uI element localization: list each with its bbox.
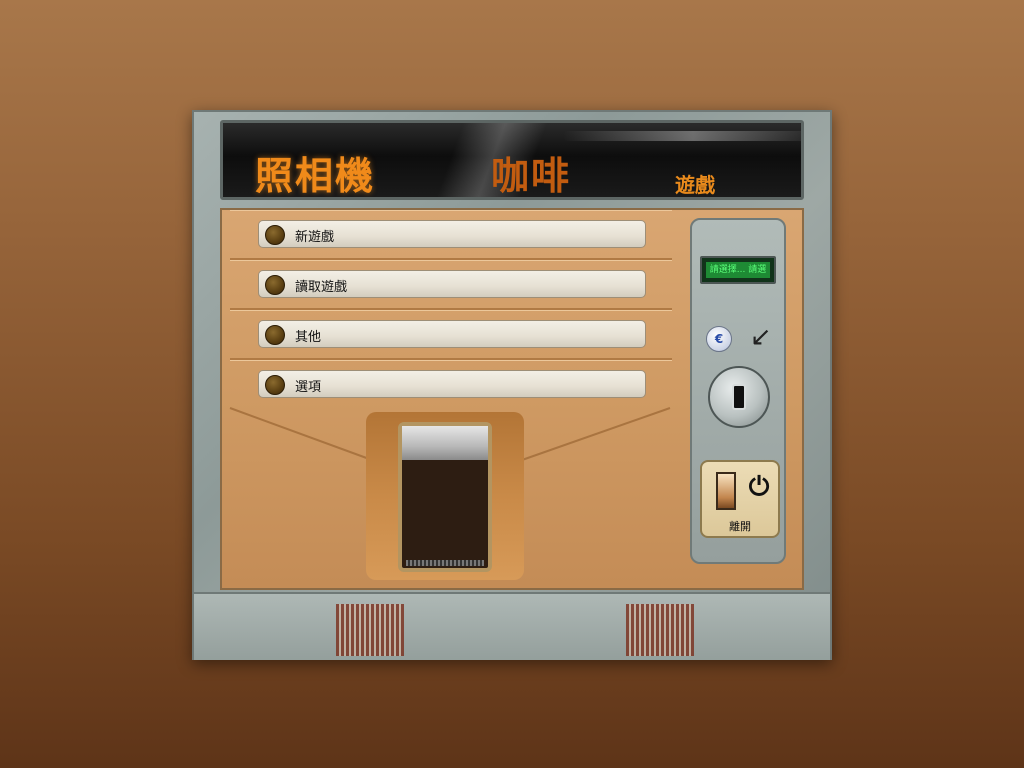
new-game-button[interactable]: 新遊戲 <box>258 220 646 248</box>
menu-row: 讀取遊戲 <box>230 260 672 311</box>
extras-button[interactable]: 其他 <box>258 320 646 348</box>
bullet-icon <box>265 225 285 245</box>
marquee-glare-2 <box>563 131 801 141</box>
machine-base <box>194 592 830 660</box>
game-title: 照相機 <box>255 154 376 198</box>
bullet-icon <box>265 375 285 395</box>
marquee-display: 照相機 咖啡 遊戲 <box>220 120 804 200</box>
toggle-switch <box>716 472 736 510</box>
coffee-title: 咖啡 <box>491 154 572 198</box>
exit-button[interactable]: ⏻ 離開 <box>700 460 780 538</box>
coin-icon: € <box>706 326 732 352</box>
menu-label: 新遊戲 <box>295 230 335 245</box>
menu-row: 其他 <box>230 310 672 361</box>
coin-hole <box>732 384 746 410</box>
bullet-icon <box>265 275 285 295</box>
game-subtitle: 遊戲 <box>675 173 715 197</box>
menu-label: 其他 <box>295 330 322 345</box>
exit-label: 離開 <box>729 520 751 533</box>
dispenser-nozzle <box>402 426 488 460</box>
menu-row: 新遊戲 <box>230 210 672 261</box>
drip-grate <box>406 560 484 566</box>
vent-grille <box>336 604 404 656</box>
led-display: 請選擇... 請選 <box>700 256 776 284</box>
coffee-machine: 照相機 咖啡 遊戲 新遊戲 讀取遊戲 其他 選項 請選擇... 請選 € ↙ ⏻… <box>192 110 832 660</box>
options-button[interactable]: 選項 <box>258 370 646 398</box>
menu-label: 選項 <box>295 380 322 395</box>
menu-label: 讀取遊戲 <box>295 280 348 295</box>
load-game-button[interactable]: 讀取遊戲 <box>258 270 646 298</box>
power-icon: ⏻ <box>748 472 770 502</box>
cup-slot <box>398 422 492 572</box>
arrow-down-left-icon: ↙ <box>750 322 772 352</box>
led-text: 請選擇... 請選 <box>706 262 770 278</box>
cup-dispenser <box>366 412 524 580</box>
coin-slot-button[interactable] <box>708 366 770 428</box>
vent-grille <box>626 604 694 656</box>
bullet-icon <box>265 325 285 345</box>
control-panel: 請選擇... 請選 € ↙ ⏻ 離開 <box>690 218 786 564</box>
